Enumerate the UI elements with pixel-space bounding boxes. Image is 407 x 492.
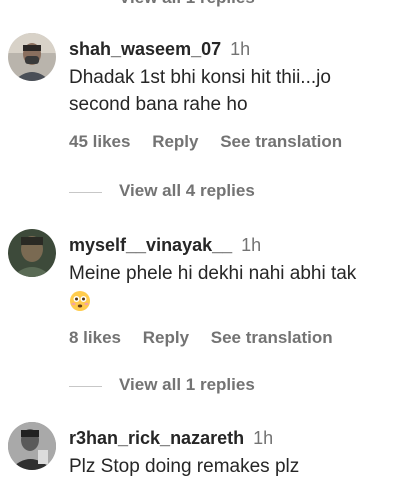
avatar-image-icon: [8, 229, 56, 277]
avatar-image-icon: [8, 33, 56, 81]
comment-text: Meine phele hi dekhi nahi abhi tak: [69, 260, 397, 314]
username[interactable]: r3han_rick_nazareth: [69, 428, 244, 448]
timestamp: 1h: [230, 39, 251, 59]
view-replies-link[interactable]: View all 4 replies: [119, 181, 255, 201]
reply-button[interactable]: Reply: [143, 328, 189, 347]
avatar[interactable]: [8, 33, 56, 81]
comment-text-line: Dhadak 1st bhi konsi hit thii...jo: [69, 67, 331, 88]
comment-text-line: Meine phele hi dekhi nahi abhi tak: [69, 263, 357, 284]
view-replies-link-top[interactable]: View all 1 replies: [119, 0, 255, 8]
view-replies-row: View all 4 replies: [69, 181, 369, 203]
avatar[interactable]: [8, 422, 56, 470]
flushed-face-emoji-icon: [69, 290, 91, 312]
comment-text-line: Plz Stop doing remakes plz: [69, 456, 300, 477]
divider: [69, 386, 102, 387]
divider: [69, 192, 102, 193]
see-translation-button[interactable]: See translation: [211, 328, 333, 347]
timestamp: 1h: [241, 235, 262, 255]
view-replies-link[interactable]: View all 1 replies: [119, 375, 255, 395]
comment-text-line: second bana rahe ho: [69, 94, 248, 115]
view-replies-row: View all 1 replies: [69, 375, 369, 397]
likes-count[interactable]: 45 likes: [69, 132, 130, 151]
comment-text: Dhadak 1st bhi konsi hit thii...jo secon…: [69, 64, 397, 118]
avatar[interactable]: [8, 229, 56, 277]
see-translation-button[interactable]: See translation: [220, 132, 342, 151]
likes-count[interactable]: 8 likes: [69, 328, 121, 347]
username[interactable]: shah_waseem_07: [69, 39, 221, 59]
comment-text: Plz Stop doing remakes plz: [69, 453, 397, 480]
reply-button[interactable]: Reply: [152, 132, 198, 151]
avatar-image-icon: [8, 422, 56, 470]
timestamp: 1h: [253, 428, 274, 448]
username[interactable]: myself__vinayak__: [69, 235, 232, 255]
comments-page: View all 1 replies shah_waseem_07 1h Dha…: [0, 0, 407, 492]
